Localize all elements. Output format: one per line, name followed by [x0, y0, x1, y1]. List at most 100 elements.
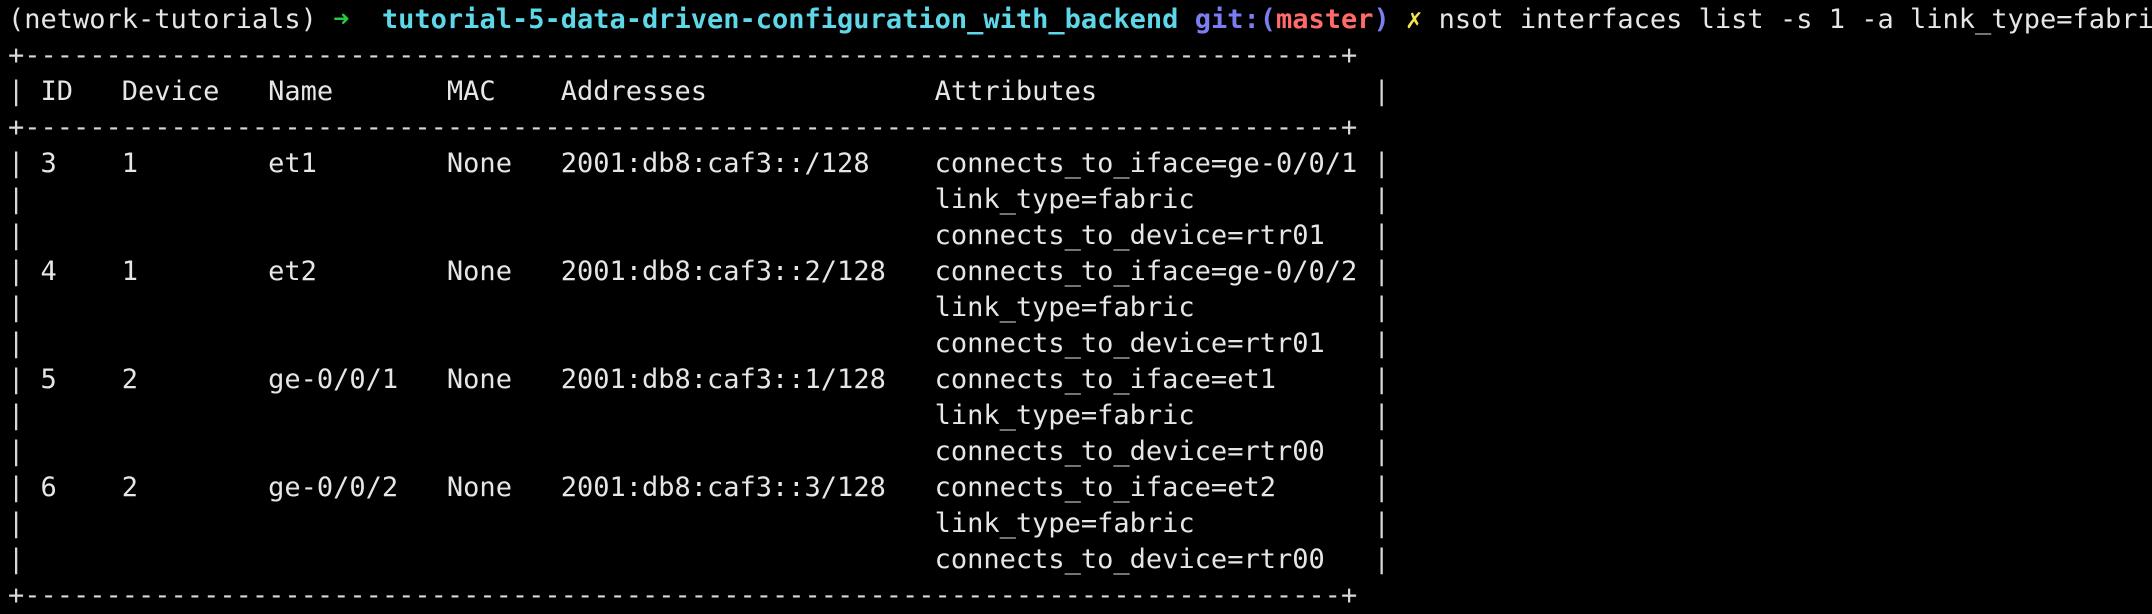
table-border-top: +---------------------------------------… [8, 40, 1358, 71]
column-header: ID [40, 76, 122, 107]
prompt-arrow-icon: ➜ [333, 4, 350, 35]
cell-device: 2 [121, 472, 269, 503]
cell-address: 2001:db8:caf3::1/128 [560, 364, 935, 395]
cell-id [41, 508, 122, 539]
git-label-close: ) [1373, 4, 1390, 35]
cell-name [268, 400, 447, 431]
cell-name: et1 [268, 148, 447, 179]
cell-id [41, 184, 122, 215]
cell-device: 1 [121, 256, 269, 287]
cell-address: 2001:db8:caf3::/128 [560, 148, 935, 179]
cell-mac [447, 292, 561, 323]
table-row: | link_type=fabric | [8, 400, 1390, 431]
cell-name: ge-0/0/2 [268, 472, 447, 503]
cell-mac [447, 184, 561, 215]
column-header: Name [268, 76, 447, 107]
cell-attribute: link_type=fabric [934, 400, 1374, 431]
cell-mac: None [446, 472, 561, 503]
cell-attribute: connects_to_iface=ge-0/0/2 [934, 256, 1374, 287]
cell-mac [447, 436, 561, 467]
cell-mac [447, 508, 561, 539]
cell-name [268, 292, 447, 323]
cell-name [268, 544, 447, 575]
current-directory: tutorial-5-data-driven-configuration_wit… [381, 4, 1179, 35]
cell-address [561, 184, 935, 215]
cell-device [122, 220, 268, 251]
table-row: | 6 2 ge-0/0/2 None 2001:db8:caf3::3/128… [8, 472, 1390, 503]
cell-attribute: connects_to_device=rtr01 [934, 328, 1374, 359]
cell-id [41, 400, 122, 431]
table-row: | connects_to_device=rtr01 | [8, 220, 1390, 251]
cell-address [561, 220, 935, 251]
table-row: | link_type=fabric | [8, 508, 1390, 539]
table-row: | link_type=fabric | [8, 292, 1390, 323]
cell-id: 4 [40, 256, 122, 287]
table-header-row: | ID Device Name MAC Addresses Attribute… [8, 76, 1390, 107]
table-row: | link_type=fabric | [8, 184, 1390, 215]
cell-attribute: link_type=fabric [934, 184, 1374, 215]
table-row: | connects_to_device=rtr00 | [8, 544, 1390, 575]
cell-attribute: link_type=fabric [934, 292, 1374, 323]
cell-device [122, 508, 268, 539]
cell-attribute: link_type=fabric [934, 508, 1374, 539]
cell-name: ge-0/0/1 [268, 364, 447, 395]
virtualenv-label: (network-tutorials) [8, 4, 317, 35]
table-row: | 3 1 et1 None 2001:db8:caf3::/128 conne… [8, 148, 1390, 179]
command-text: nsot interfaces list -s 1 -a link_type=f… [1438, 4, 2152, 35]
column-header: Attributes [934, 76, 1374, 107]
table-row: | 4 1 et2 None 2001:db8:caf3::2/128 conn… [8, 256, 1390, 287]
cell-address [561, 328, 935, 359]
table-border-header: +---------------------------------------… [8, 112, 1358, 143]
terminal-window[interactable]: (network-tutorials) ➜ tutorial-5-data-dr… [0, 0, 2152, 611]
cell-address [561, 400, 935, 431]
table-output: +---------------------------------------… [0, 38, 2152, 614]
cell-device [122, 184, 268, 215]
cell-attribute: connects_to_iface=et2 [934, 472, 1374, 503]
cell-name [268, 220, 447, 251]
cell-name [268, 184, 447, 215]
cell-id: 5 [40, 364, 122, 395]
cell-address [561, 436, 935, 467]
prompt-line: (network-tutorials) ➜ tutorial-5-data-dr… [8, 2, 2152, 38]
cell-attribute: connects_to_iface=ge-0/0/1 [934, 148, 1374, 179]
cell-mac [447, 220, 561, 251]
column-header: Device [121, 76, 269, 107]
cell-address [561, 508, 935, 539]
cell-device [122, 436, 268, 467]
cell-name: et2 [268, 256, 447, 287]
cell-mac [447, 544, 561, 575]
cell-name [268, 508, 447, 539]
cell-mac: None [446, 256, 561, 287]
cell-device [122, 292, 268, 323]
table-row: | connects_to_device=rtr01 | [8, 328, 1390, 359]
cell-attribute: connects_to_device=rtr01 [934, 220, 1374, 251]
cell-id [41, 544, 122, 575]
cell-address: 2001:db8:caf3::3/128 [560, 472, 935, 503]
cell-device [122, 400, 268, 431]
cell-id [41, 436, 122, 467]
cell-name [268, 328, 447, 359]
cell-name [268, 436, 447, 467]
cell-id: 6 [40, 472, 122, 503]
cell-id [41, 292, 122, 323]
cell-mac [447, 400, 561, 431]
cell-id [41, 328, 122, 359]
git-label: git:( [1194, 4, 1276, 35]
cell-attribute: connects_to_device=rtr00 [934, 436, 1374, 467]
cell-attribute: connects_to_iface=et1 [934, 364, 1374, 395]
cell-address: 2001:db8:caf3::2/128 [560, 256, 935, 287]
table-row: | connects_to_device=rtr00 | [8, 436, 1390, 467]
cell-device [122, 544, 268, 575]
table-row: | 5 2 ge-0/0/1 None 2001:db8:caf3::1/128… [8, 364, 1390, 395]
column-header: Addresses [560, 76, 935, 107]
column-header: MAC [446, 76, 561, 107]
cell-address [561, 292, 935, 323]
git-dirty-icon: ✗ [1406, 4, 1423, 35]
cell-id [41, 220, 122, 251]
git-branch: master [1275, 4, 1374, 35]
cell-device: 2 [121, 364, 269, 395]
cell-address [561, 544, 935, 575]
cell-mac [447, 328, 561, 359]
cell-id: 3 [40, 148, 122, 179]
cell-device: 1 [121, 148, 269, 179]
